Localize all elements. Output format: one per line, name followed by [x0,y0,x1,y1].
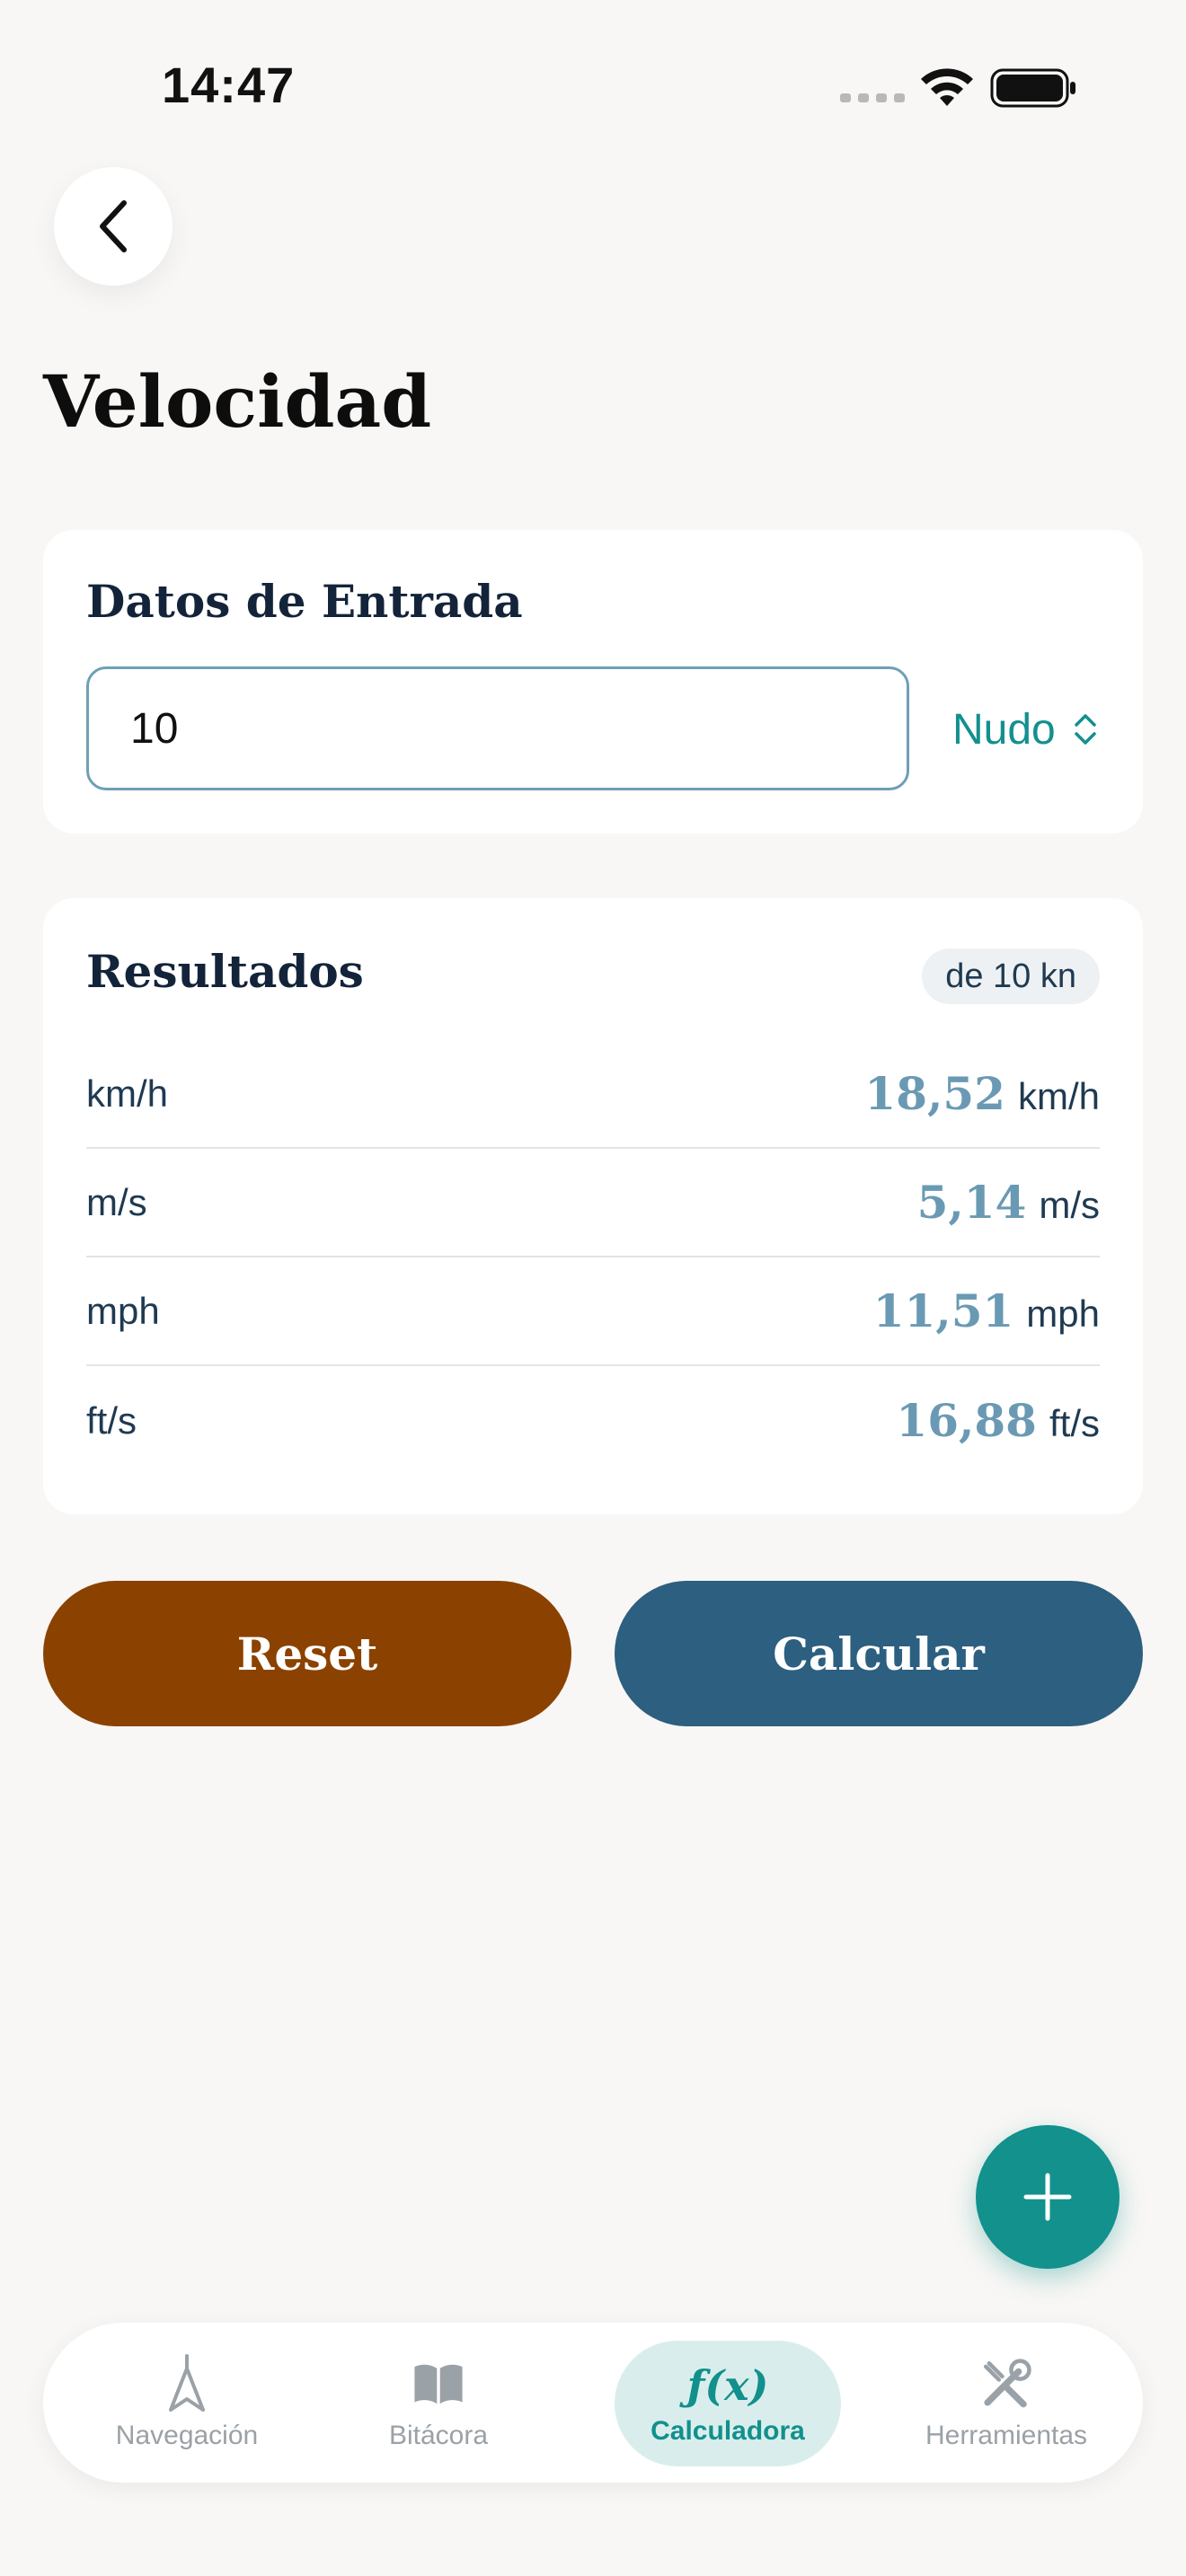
result-row: mph 11,51 mph [86,1257,1100,1366]
source-badge: de 10 kn [922,948,1100,1004]
book-icon [414,2364,463,2404]
tab-label: Navegación [115,2421,259,2450]
tab-calculadora[interactable]: ƒ(x) Calculadora [615,2341,841,2466]
results-card-title: Resultados [86,945,364,998]
results-list: km/h 18,52 km/h m/s 5,14 m/s mph 11,51 m… [86,1040,1100,1475]
result-value: 16,88 [896,1394,1037,1447]
tab-navegacion[interactable]: Navegación [79,2323,295,2483]
chevron-left-icon [100,200,127,252]
unit-select-label: Nudo [952,705,1056,754]
result-label: mph [86,1289,160,1332]
results-card: Resultados de 10 kn km/h 18,52 km/h m/s … [43,898,1143,1514]
chevron-updown-icon [1075,714,1096,745]
wifi-icon [921,68,973,106]
input-card: Datos de Entrada 10 Nudo [43,530,1143,834]
result-value: 18,52 [864,1067,1005,1120]
result-label: km/h [86,1072,169,1115]
result-unit: km/h [1017,1075,1100,1117]
result-unit: m/s [1039,1184,1100,1226]
tab-label: Calculadora [651,2416,805,2446]
result-unit: ft/s [1049,1402,1100,1444]
page-title: Velocidad [43,359,432,444]
input-card-title: Datos de Entrada [86,575,523,628]
plus-icon [1023,2173,1072,2221]
function-icon: ƒ(x) [686,2361,769,2410]
result-label: m/s [86,1180,147,1223]
result-unit: mph [1026,1292,1100,1335]
result-value: 11,51 [872,1284,1014,1337]
tab-bar: Navegación Bitácora ƒ(x) Calculadora Her… [43,2323,1143,2483]
tab-label: Herramientas [925,2421,1088,2450]
result-row: ft/s 16,88 ft/s [86,1366,1100,1475]
speed-input[interactable]: 10 [86,666,909,790]
cellular-signal-icon [840,93,905,102]
navigation-arrow-icon [169,2354,205,2412]
tools-icon [984,2359,1031,2408]
reset-button[interactable]: Reset [43,1581,571,1726]
result-row: km/h 18,52 km/h [86,1040,1100,1149]
tab-herramientas[interactable]: Herramientas [898,2323,1114,2483]
calculate-button[interactable]: Calcular [615,1581,1143,1726]
result-label: ft/s [86,1398,137,1442]
battery-icon [990,68,1075,108]
status-bar: 14:47 [0,0,1186,171]
back-button[interactable] [54,167,173,286]
unit-select[interactable]: Nudo [952,695,1097,763]
add-button[interactable] [976,2125,1120,2269]
tab-bitacora[interactable]: Bitácora [349,2323,528,2483]
result-value: 5,14 [916,1176,1027,1229]
status-time: 14:47 [162,57,296,113]
result-row: m/s 5,14 m/s [86,1149,1100,1257]
tab-label: Bitácora [388,2421,489,2450]
